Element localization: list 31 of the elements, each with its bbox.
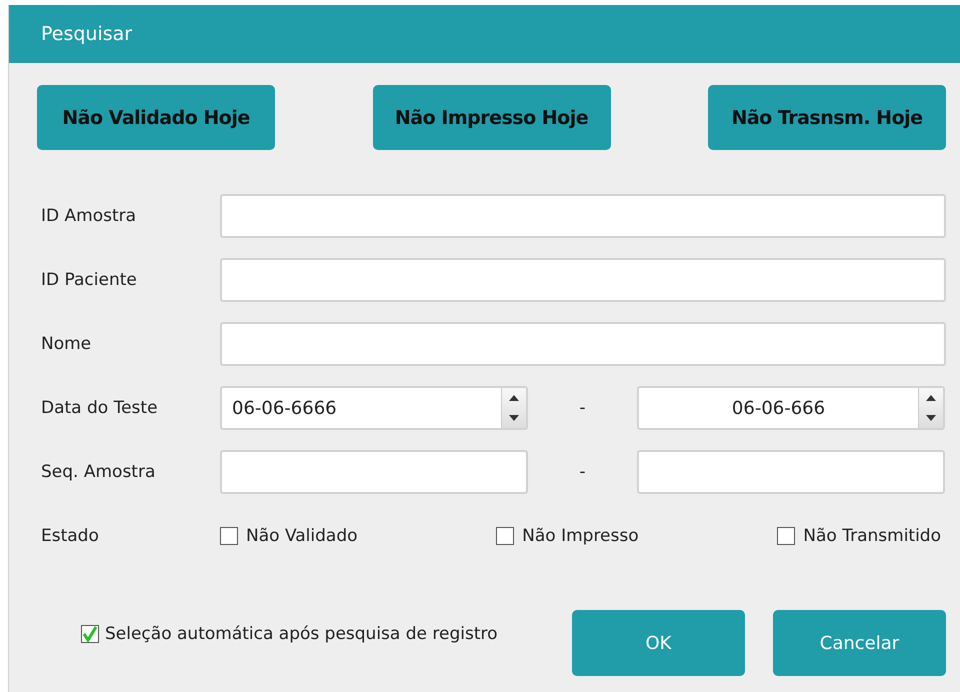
input-field[interactable]	[220, 450, 528, 494]
input-field[interactable]	[220, 322, 946, 366]
checkbox-label: Seleção automática após pesquisa de registro	[105, 624, 498, 644]
field-label: ID Amostra	[41, 206, 138, 226]
field-label: Estado	[41, 526, 100, 546]
spinner[interactable]	[501, 388, 526, 428]
checkbox[interactable]	[777, 527, 796, 545]
input-field[interactable]	[220, 194, 946, 238]
window-title: Pesquisar	[41, 23, 132, 45]
range-separator: -	[578, 462, 587, 482]
dialog-button[interactable]: OK	[572, 610, 745, 676]
date-field[interactable]: 06-06-6666	[220, 386, 528, 430]
dialog-button[interactable]: Cancelar	[773, 610, 946, 676]
filter-button[interactable]: Não Impresso Hoje	[372, 85, 610, 150]
checkbox[interactable]	[220, 527, 238, 545]
date-field[interactable]: 06-06-666	[637, 386, 945, 430]
checkbox[interactable]	[496, 527, 514, 545]
field-label: ID Paciente	[41, 270, 138, 290]
checkbox[interactable]	[81, 625, 99, 643]
checkbox-label: Não Impresso	[522, 526, 639, 546]
range-separator: -	[578, 398, 587, 418]
spinner[interactable]	[918, 388, 943, 428]
field-label: Nome	[41, 334, 92, 354]
filter-button[interactable]: Não Validado Hoje	[37, 85, 275, 150]
input-field[interactable]	[637, 450, 945, 494]
checkbox-label: Não Transmitido	[803, 526, 941, 546]
filter-button[interactable]: Não Trasnsm. Hoje	[708, 85, 946, 150]
field-label: Seq. Amostra	[41, 462, 156, 482]
field-label: Data do Teste	[41, 398, 159, 418]
checkbox-label: Não Validado	[246, 526, 358, 546]
input-field[interactable]	[220, 258, 946, 302]
